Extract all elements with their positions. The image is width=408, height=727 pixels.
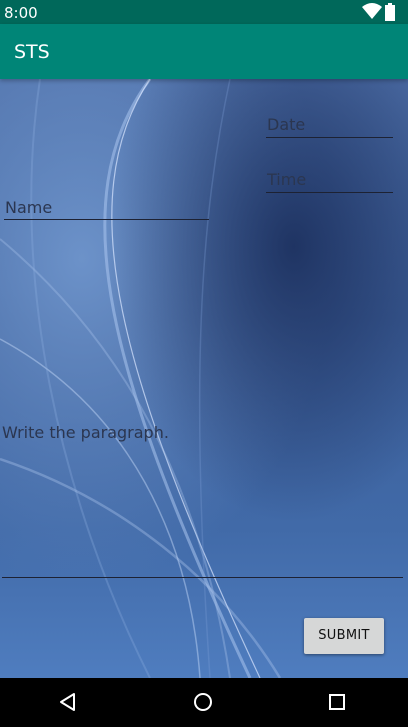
form-content: Date Time Name Write the paragraph. SUBM…	[0, 79, 408, 678]
paragraph-underline	[2, 577, 403, 578]
name-underline	[4, 219, 209, 220]
status-time: 8:00	[4, 4, 38, 22]
background-swirl	[0, 79, 282, 678]
wifi-icon	[362, 3, 382, 19]
back-icon[interactable]	[55, 689, 81, 715]
nav-bar	[0, 678, 408, 727]
status-bar: 8:00	[0, 0, 408, 24]
date-underline	[266, 137, 393, 138]
time-underline	[266, 192, 393, 193]
date-hint: Date	[267, 115, 306, 134]
name-hint: Name	[5, 198, 53, 217]
status-icons	[358, 3, 398, 21]
paragraph-hint: Write the paragraph.	[2, 423, 169, 442]
home-icon[interactable]	[190, 689, 216, 715]
battery-icon	[385, 3, 395, 21]
time-hint: Time	[267, 170, 307, 189]
app-bar: STS	[0, 24, 408, 79]
submit-button[interactable]: SUBMIT	[304, 618, 384, 654]
app-title: STS	[14, 41, 50, 63]
recents-icon[interactable]	[324, 689, 350, 715]
